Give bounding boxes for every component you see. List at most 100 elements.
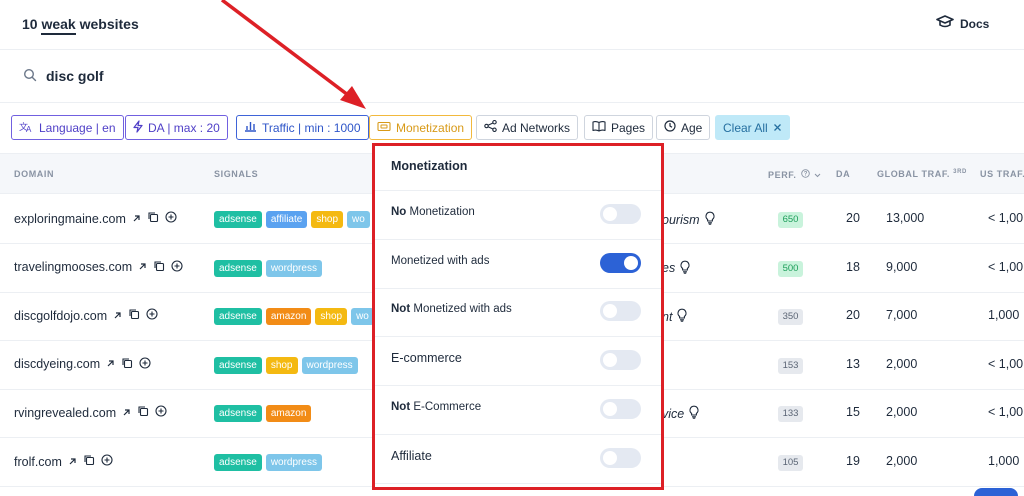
domain-cell: travelingmooses.com [14, 260, 183, 275]
option-label: Not Monetized with ads [391, 303, 512, 316]
clear-all-button[interactable]: Clear All [715, 115, 790, 140]
toggle-knob [603, 401, 617, 416]
option-label: Monetized with ads [391, 254, 490, 267]
option-toggle[interactable] [600, 447, 641, 468]
domain-link[interactable]: discdyeing.com [14, 357, 100, 371]
ad-networks-filter[interactable]: Ad Networks [476, 115, 579, 140]
monetization-option[interactable]: No Monetization [375, 191, 661, 240]
monetization-option[interactable]: E-commerce [375, 337, 661, 387]
signal-tag: adsense [214, 356, 262, 374]
da-value: 20 [846, 308, 860, 323]
close-icon [773, 121, 782, 135]
da-value: 18 [846, 259, 860, 274]
column-header-perf[interactable]: PERF. ? [768, 169, 821, 180]
add-circle-icon[interactable] [155, 405, 167, 420]
global-traffic-value: 9,000 [886, 259, 918, 274]
niche-cell: es [662, 260, 691, 277]
domain-link[interactable]: discgolfdojo.com [14, 309, 107, 323]
external-link-icon[interactable] [138, 260, 147, 274]
signals-cell: adsense wordpress [214, 454, 322, 471]
domain-link[interactable]: rvingrevealed.com [14, 406, 116, 420]
copy-icon[interactable] [83, 454, 95, 469]
language-filter[interactable]: 文A Language | en [11, 115, 124, 140]
option-toggle[interactable] [600, 301, 641, 322]
signal-tag: adsense [214, 308, 262, 326]
copy-icon[interactable] [128, 308, 140, 323]
niche-cell: ourism [662, 211, 716, 228]
docs-link[interactable]: Docs [936, 15, 989, 32]
column-header-da[interactable]: DA [836, 169, 850, 179]
lightbulb-icon[interactable] [676, 308, 688, 325]
signals-cell: adsense shop wordpress [214, 356, 358, 374]
graduation-cap-icon [936, 15, 954, 32]
domain-link[interactable]: frolf.com [14, 455, 62, 469]
us-traffic-value: 1,000 [988, 454, 1020, 468]
domain-cell: rvingrevealed.com [14, 405, 167, 420]
monetization-option[interactable]: Monetized with ads [375, 240, 661, 289]
add-circle-icon[interactable] [139, 357, 151, 372]
perf-badge: 650 [778, 212, 803, 228]
perf-badge: 350 [778, 309, 803, 326]
toggle-knob [603, 304, 617, 319]
external-link-icon[interactable] [132, 212, 141, 226]
domain-link[interactable]: travelingmooses.com [14, 260, 132, 274]
help-icon: ? [800, 169, 810, 180]
signal-tag: amazon [265, 308, 312, 326]
column-header-global-traffic[interactable]: GLOBAL TRAF. 3RD [877, 169, 967, 179]
age-filter[interactable]: Age [656, 115, 711, 140]
signal-tag: wo [351, 308, 374, 326]
toggle-knob [603, 353, 617, 368]
lightbulb-icon[interactable] [679, 260, 691, 277]
signal-tag: adsense [214, 259, 262, 277]
search-bar[interactable]: disc golf [0, 51, 1024, 103]
copy-icon[interactable] [137, 405, 149, 420]
us-traffic-value: 1,000 [988, 308, 1020, 323]
column-header-us-traffic[interactable]: US TRAF. [980, 169, 1024, 179]
pages-filter[interactable]: Pages [584, 115, 654, 140]
copy-icon[interactable] [147, 211, 159, 226]
copy-icon[interactable] [121, 357, 133, 372]
search-input[interactable]: disc golf [46, 68, 104, 84]
add-circle-icon[interactable] [165, 211, 177, 226]
add-circle-icon[interactable] [101, 454, 113, 469]
monetization-filter[interactable]: Monetization [369, 115, 473, 140]
option-toggle[interactable] [600, 350, 641, 371]
external-link-icon[interactable] [113, 309, 122, 323]
chat-widget-button[interactable] [974, 488, 1018, 496]
column-header-domain[interactable]: DOMAIN [14, 169, 54, 179]
chevron-down-icon [814, 170, 821, 180]
external-link-icon[interactable] [106, 357, 115, 371]
column-header-signals[interactable]: SIGNALS [214, 169, 258, 179]
search-icon [23, 68, 37, 87]
option-toggle[interactable] [600, 252, 641, 273]
signals-cell: adsense wordpress [214, 259, 322, 277]
monetization-option[interactable]: Affiliate [375, 435, 661, 484]
monetization-option[interactable]: Not Monetized with ads [375, 288, 661, 338]
domain-cell: frolf.com [14, 454, 113, 469]
signal-tag: wo [347, 211, 370, 228]
da-filter[interactable]: DA | max : 20 [125, 115, 228, 140]
title-underlined-word: weak [41, 16, 76, 35]
external-link-icon[interactable] [122, 406, 131, 420]
da-value: 13 [846, 356, 860, 371]
option-label: Not E-Commerce [391, 400, 482, 413]
global-traffic-value: 2,000 [886, 405, 918, 420]
lightbulb-icon[interactable] [688, 405, 700, 422]
add-circle-icon[interactable] [146, 308, 158, 323]
domain-link[interactable]: exploringmaine.com [14, 212, 126, 226]
monetization-option[interactable]: Not E-Commerce [375, 386, 661, 435]
niche-text: vice [662, 406, 685, 421]
option-label: E-commerce [391, 351, 462, 366]
niche-cell: vice [662, 405, 700, 422]
traffic-filter[interactable]: Traffic | min : 1000 [236, 115, 369, 140]
external-link-icon[interactable] [68, 455, 77, 469]
signal-tag: amazon [265, 405, 312, 423]
copy-icon[interactable] [153, 260, 165, 275]
global-traffic-value: 7,000 [886, 308, 918, 323]
lightbulb-icon[interactable] [704, 211, 716, 228]
add-circle-icon[interactable] [171, 260, 183, 275]
option-toggle[interactable] [600, 398, 641, 419]
lightning-icon [133, 119, 143, 136]
signal-tag: shop [265, 356, 298, 374]
option-toggle[interactable] [600, 204, 641, 224]
